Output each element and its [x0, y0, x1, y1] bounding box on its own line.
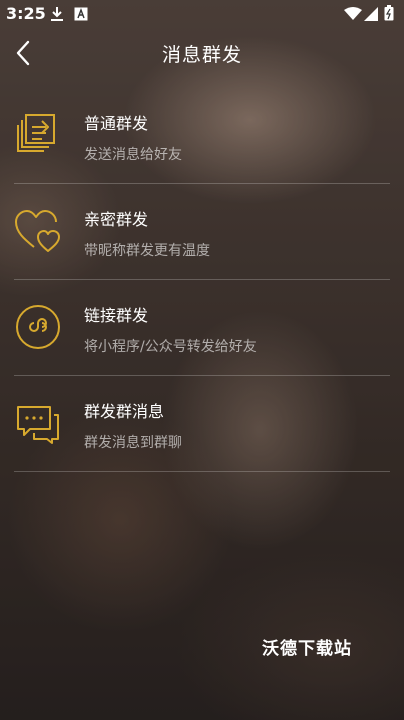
divider: [14, 471, 390, 472]
list-item-intimate-broadcast[interactable]: 亲密群发 带昵称群发更有温度: [0, 184, 404, 280]
item-title: 亲密群发: [84, 210, 149, 229]
item-subtitle: 发送消息给好友: [84, 147, 182, 163]
download-icon: [50, 6, 64, 26]
watermark-text: 沃德下载站: [262, 639, 352, 659]
app-header: 消息群发: [0, 28, 404, 78]
item-title: 群发群消息: [84, 402, 165, 421]
item-subtitle: 将小程序/公众号转发给好友: [84, 339, 257, 355]
wifi-icon: [344, 6, 362, 25]
list-item-link-broadcast[interactable]: 链接群发 将小程序/公众号转发给好友: [0, 280, 404, 376]
item-title: 链接群发: [84, 306, 149, 325]
text-box-icon: [74, 6, 88, 25]
item-subtitle: 带昵称群发更有温度: [84, 243, 210, 259]
page-title: 消息群发: [161, 44, 242, 66]
list-item-normal-broadcast[interactable]: 普通群发 发送消息给好友: [0, 88, 404, 184]
hearts-icon: [14, 207, 62, 255]
list-item-group-broadcast[interactable]: 群发群消息 群发消息到群聊: [0, 376, 404, 472]
link-circle-icon: [14, 303, 62, 351]
group-chat-icon: [14, 399, 62, 447]
item-subtitle: 群发消息到群聊: [84, 435, 182, 451]
item-title: 普通群发: [84, 114, 149, 133]
status-bar: 3:25: [0, 0, 404, 28]
broadcast-options-list: 普通群发 发送消息给好友 亲密群发 带昵称群发更有温度 链接群发 将小程序/公众…: [0, 88, 404, 472]
forward-messages-icon: [14, 111, 62, 159]
signal-icon: [364, 6, 378, 25]
battery-icon: [384, 5, 394, 25]
status-time: 3:25: [6, 4, 46, 23]
